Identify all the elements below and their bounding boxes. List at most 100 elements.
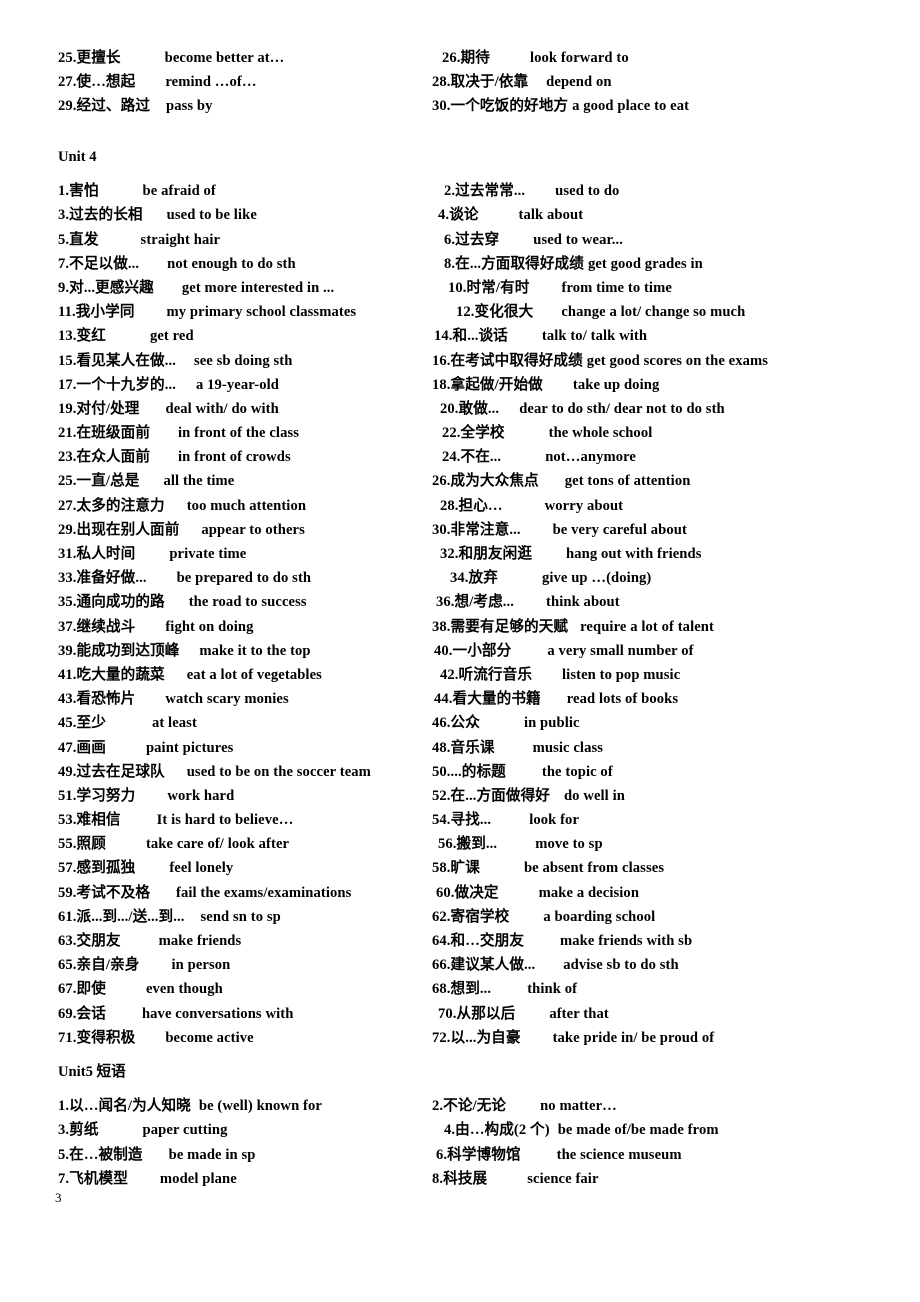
phrase-gloss: model plane [159,1170,237,1187]
phrase-term: 2.不论/无论 [432,1098,507,1115]
phrase-term: 4.由…构成(2 个) [444,1122,550,1139]
phrase-entry-right: 62.寄宿学校 a boarding school [432,905,912,929]
phrase-row: 43.看恐怖片 watch scary monies 44.看大量的书籍 read l… [0,687,920,711]
phrase-term: 13.变红 [58,328,106,345]
phrase-gloss: work hard [167,787,235,804]
phrase-term: 29.出现在别人面前 [58,521,180,538]
phrase-gloss: the whole school [548,425,653,442]
phrase-term: 10.时常/有时 [448,279,530,296]
phrase-gloss: think about [546,594,620,611]
phrase-row: 53.难相信 It is hard to believe… 54.寻找... look… [0,808,920,832]
phrase-gloss: require a lot of talent [580,618,714,635]
phrase-term: 5.在…被制造 [58,1146,143,1163]
phrase-term: 26.成为大众焦点 [432,473,539,490]
phrase-entry-left: 37.继续战斗 fight on doing [58,615,458,639]
phrase-entry-left: 25.一直/总是 all the time [58,469,458,493]
phrase-term: 28.担心… [440,497,503,514]
phrase-gloss: pass by [166,98,213,115]
phrase-row: 27.使…想起 remind …of… 28.取决于/依靠 depend on [0,70,920,94]
phrase-term: 55.照顾 [58,836,106,853]
phrase-row: 71.变得积极 become active 72.以...为自豪 take pride… [0,1026,920,1050]
phrase-gloss: get red [149,328,194,345]
phrase-row: 61.派...到.../送...到... send sn to sp 62.寄宿学校… [0,905,920,929]
phrase-gloss: give up …(doing) [541,570,652,587]
phrase-gloss: see sb doing sth [193,352,293,369]
phrase-entry-left: 19.对付/处理 deal with/ do with [58,397,458,421]
phrase-row: 25.一直/总是 all the time 26.成为大众焦点 get tons of… [0,469,920,493]
phrase-term: 7.飞机模型 [58,1170,128,1187]
phrase-gloss: talk to/ talk with [541,328,648,345]
phrase-entry-left: 3.过去的长相 used to be like [58,203,458,227]
phrase-gloss: look for [529,812,580,829]
phrase-gloss: used to wear... [533,231,623,248]
section-unit4: Unit 4 1.害怕 be afraid of 2.过去常常... used to d… [0,145,920,1050]
phrase-gloss: become active [165,1029,254,1046]
phrase-gloss: think of [527,981,578,998]
phrase-entry-right: 22.全学校 the whole school [432,421,920,445]
phrase-term: 7.不足以做... [58,255,140,272]
phrase-term: 71.变得积极 [58,1029,136,1046]
phrase-entry-right: 2.不论/无论 no matter… [432,1094,912,1118]
phrase-entry-right: 28.取决于/依靠 depend on [432,70,912,94]
phrase-entry-left: 5.在…被制造 be made in sp [58,1143,458,1167]
phrase-entry-right: 4.由…构成(2 个) be made of/be made from [432,1118,920,1142]
phrase-gloss: from time to time [561,279,672,296]
phrase-entry-left: 29.出现在别人面前 appear to others [58,518,458,542]
phrase-entry-left: 15.看见某人在做... see sb doing sth [58,349,458,373]
phrase-row: 55.照顾 take care of/ look after 56.搬到... mov… [0,832,920,856]
phrase-entry-left: 29.经过、路过 pass by [58,94,458,118]
phrase-gloss: all the time [163,473,235,490]
phrase-gloss: make a decision [538,884,640,901]
phrase-entry-left: 51.学习努力 work hard [58,784,458,808]
phrase-entry-right: 26.期待 look forward to [432,46,920,70]
phrase-entry-right: 26.成为大众焦点 get tons of attention [432,469,912,493]
phrase-row: 29.出现在别人面前 appear to others 30.非常注意... be v… [0,518,920,542]
phrase-term: 12.变化很大 [456,304,534,321]
phrase-entry-right: 30.一个吃饭的好地方 a good place to eat [432,94,912,118]
phrase-gloss: It is hard to believe… [156,812,294,829]
phrase-entry-right: 68.想到... think of [432,977,912,1001]
phrase-entry-right: 32.和朋友闲逛 hang out with friends [432,542,920,566]
phrase-term: 1.害怕 [58,183,99,200]
phrase-entry-left: 39.能成功到达顶峰 make it to the top [58,639,458,663]
phrase-gloss: be made of/be made from [557,1122,719,1139]
phrase-entry-left: 45.至少 at least [58,711,458,735]
phrase-entry-left: 7.飞机模型 model plane [58,1167,458,1191]
phrase-term: 44.看大量的书籍 [434,691,541,708]
phrase-row: 17.一个十九岁的... a 19-year-old 18.拿起做/开始做 take … [0,373,920,397]
phrase-gloss: do well in [563,787,625,804]
phrase-term: 15.看见某人在做... [58,352,176,369]
phrase-gloss: eat a lot of vegetables [186,666,322,683]
phrase-gloss: take up doing [572,376,660,393]
phrase-gloss: have conversations with [141,1005,294,1022]
phrase-term: 31.私人时间 [58,546,136,562]
phrase-gloss: a very small number of [547,642,694,659]
phrase-gloss: not enough to do sth [167,255,296,272]
phrase-entry-left: 35.通向成功的路 the road to success [58,590,458,614]
phrase-entry-left: 25.更擅长 become better at… [58,46,458,70]
phrase-row: 5.在…被制造 be made in sp 6.科学博物馆 the science m… [0,1143,920,1167]
phrase-entry-right: 4.谈论 talk about [432,203,918,227]
phrase-entry-left: 61.派...到.../送...到... send sn to sp [58,905,458,929]
phrase-gloss: private time [169,546,247,562]
phrase-entry-right: 14.和...谈话 talk to/ talk with [432,324,914,348]
phrase-gloss: feel lonely [169,860,234,877]
phrase-gloss: move to sp [535,836,603,853]
phrase-entry-left: 23.在众人面前 in front of crowds [58,445,458,469]
phrase-term: 11.我小学同 [58,304,135,321]
phrase-gloss: at least [151,715,197,732]
phrase-term: 29.经过、路过 [58,98,151,115]
phrase-gloss: fight on doing [165,618,254,635]
phrase-term: 54.寻找... [432,812,492,829]
phrase-gloss: music class [532,739,604,756]
phrase-entry-right: 38.需要有足够的天赋 require a lot of talent [432,615,912,639]
phrase-term: 2.过去常常... [444,183,526,200]
phrase-term: 56.搬到... [438,836,498,853]
phrase-row: 59.考试不及格 fail the exams/examinations 60.做决… [0,881,920,905]
phrase-entry-left: 31.私人时间 private time [58,542,458,566]
phrase-term: 4.谈论 [438,207,479,224]
phrase-term: 3.剪纸 [58,1122,99,1139]
phrase-term: 68.想到... [432,981,492,998]
phrase-entry-left: 33.准备好做... be prepared to do sth [58,566,458,590]
phrase-term: 27.使…想起 [58,74,136,91]
